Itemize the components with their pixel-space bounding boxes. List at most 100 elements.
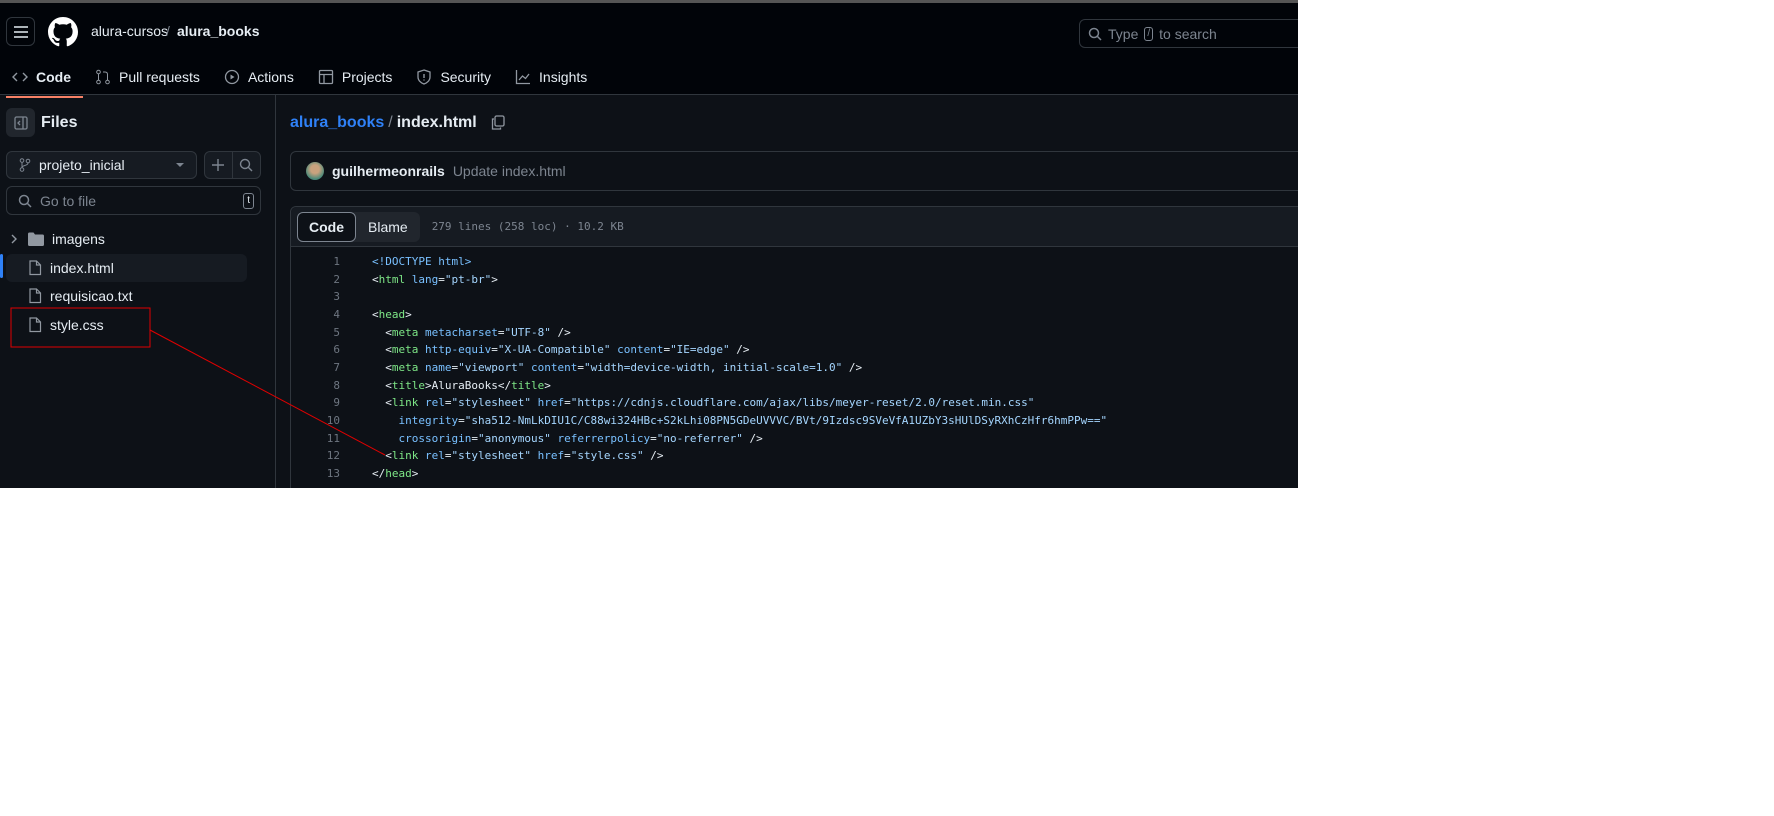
line-number[interactable]: 4 <box>300 308 340 321</box>
tab-code[interactable]: Code <box>297 211 356 242</box>
breadcrumb-repo[interactable]: alura_books <box>177 23 259 39</box>
code-token: "stylesheet" <box>451 449 531 463</box>
code-token: "X-UA-Compatible" <box>497 343 611 357</box>
line-number[interactable]: 6 <box>300 343 340 356</box>
tab-code[interactable]: Code <box>0 63 83 98</box>
caret-down-icon <box>176 162 184 167</box>
code-token: title <box>511 378 545 392</box>
sidebar-title: Files <box>41 114 78 131</box>
plus-icon <box>212 159 225 171</box>
code-token: title <box>391 378 425 392</box>
commit-author[interactable]: guilhermeonrails <box>332 163 445 179</box>
code-token: /> <box>842 361 863 375</box>
code-line: </head> <box>372 467 418 480</box>
code-token: "no-referrer" <box>656 431 743 445</box>
code-token: > <box>544 378 551 392</box>
chevron-right-icon[interactable] <box>10 234 18 244</box>
code-token: html <box>378 272 406 286</box>
tab-security[interactable]: Security <box>404 63 503 91</box>
line-number[interactable]: 3 <box>300 290 340 303</box>
code-token: "anonymous" <box>477 431 551 445</box>
tab-actions[interactable]: Actions <box>212 63 306 91</box>
file-name: imagens <box>52 231 105 247</box>
line-number[interactable]: 10 <box>300 414 340 427</box>
avatar[interactable] <box>306 162 324 180</box>
line-number[interactable]: 11 <box>300 432 340 445</box>
tab-pull-requests[interactable]: Pull requests <box>83 63 212 91</box>
code-token: lang <box>405 272 439 286</box>
latest-commit-bar: guilhermeonrails Update index.html <box>290 151 1298 191</box>
code-token: content <box>524 361 578 375</box>
add-file-button[interactable] <box>205 152 233 178</box>
code-line: <link rel="stylesheet" href="https://cdn… <box>372 396 1034 409</box>
go-to-file-placeholder: Go to file <box>40 192 97 209</box>
folder-icon <box>28 232 44 246</box>
file-name: style.css <box>50 316 104 333</box>
menu-button[interactable] <box>6 17 35 46</box>
search-files-button[interactable] <box>233 152 260 178</box>
tab-label: Insights <box>539 69 588 85</box>
play-icon <box>224 69 240 85</box>
file-toolbar: Code Blame 279 lines (258 loc) · 10.2 KB <box>291 207 1298 247</box>
selected-indicator <box>0 254 3 278</box>
code-line: <head> <box>372 308 412 321</box>
code-token: "viewport" <box>458 361 525 375</box>
tab-insights[interactable]: Insights <box>503 63 599 91</box>
code-token: = <box>444 396 452 410</box>
collapse-sidebar-button[interactable] <box>6 108 35 137</box>
code-line: <html lang="pt-br"> <box>372 273 498 286</box>
file-tree-item[interactable]: imagens <box>6 225 247 253</box>
code-icon <box>12 72 28 82</box>
commit-message[interactable]: Update index.html <box>453 163 566 179</box>
line-number[interactable]: 5 <box>300 326 340 339</box>
search-input[interactable]: Type / to search <box>1079 19 1298 48</box>
tab-label: Security <box>440 69 492 85</box>
line-number[interactable]: 7 <box>300 361 340 374</box>
code-token: < <box>372 449 392 463</box>
code-token: = <box>564 396 571 410</box>
code-token: link <box>391 396 419 410</box>
code-token: = <box>444 449 452 463</box>
line-number[interactable]: 12 <box>300 449 340 462</box>
code-token: /> <box>550 325 571 339</box>
branch-selector[interactable]: projeto_inicial <box>6 151 197 179</box>
file-icon <box>29 288 42 304</box>
copy-path-icon[interactable] <box>491 115 505 131</box>
breadcrumb-owner[interactable]: alura-cursos <box>91 23 168 39</box>
code-token: /> <box>643 449 664 463</box>
github-logo[interactable] <box>48 17 78 47</box>
view-toggle: Code Blame <box>297 211 420 242</box>
go-to-file-input[interactable]: Go to file t <box>6 186 261 215</box>
code-token: "https://cdnjs.cloudflare.com/ajax/libs/… <box>570 396 1035 410</box>
code-token: meta <box>391 325 419 339</box>
tab-projects[interactable]: Projects <box>306 63 405 91</box>
search-icon <box>18 194 32 208</box>
repo-nav: Code Pull requests Actions Projects Security… <box>0 63 599 98</box>
code-token: rel <box>418 449 445 463</box>
file-icon <box>29 259 42 275</box>
code-token: "IE=edge" <box>670 343 730 357</box>
line-number[interactable]: 8 <box>300 379 340 392</box>
code-token: "UTF-8" <box>504 325 551 339</box>
line-number[interactable]: 1 <box>300 255 340 268</box>
code-token: < <box>372 361 392 375</box>
path-repo-link[interactable]: alura_books <box>290 114 384 132</box>
code-line: <!DOCTYPE html> <box>372 255 471 268</box>
file-tree-item[interactable]: style.css <box>6 311 247 339</box>
file-tree-item[interactable]: requisicao.txt <box>6 282 247 310</box>
file-name: index.html <box>50 259 114 276</box>
line-number[interactable]: 2 <box>300 273 340 286</box>
code-token: referrerpolicy <box>550 431 651 445</box>
code-token: > <box>411 467 419 481</box>
line-number[interactable]: 13 <box>300 467 340 480</box>
tab-blame[interactable]: Blame <box>356 212 420 242</box>
file-path: alura_books / index.html <box>290 114 505 132</box>
search-placeholder: Type <box>1108 25 1139 42</box>
code-token: "sha512-NmLkDIU1C/C88wi324HBc+S2kLhi08PN… <box>464 414 1108 428</box>
code-token: < <box>372 325 392 339</box>
line-number[interactable]: 9 <box>300 396 340 409</box>
code-token: href <box>530 396 565 410</box>
tab-label: Actions <box>247 69 294 85</box>
code-token: content <box>610 343 664 357</box>
file-tree-item[interactable]: index.html <box>6 253 247 282</box>
